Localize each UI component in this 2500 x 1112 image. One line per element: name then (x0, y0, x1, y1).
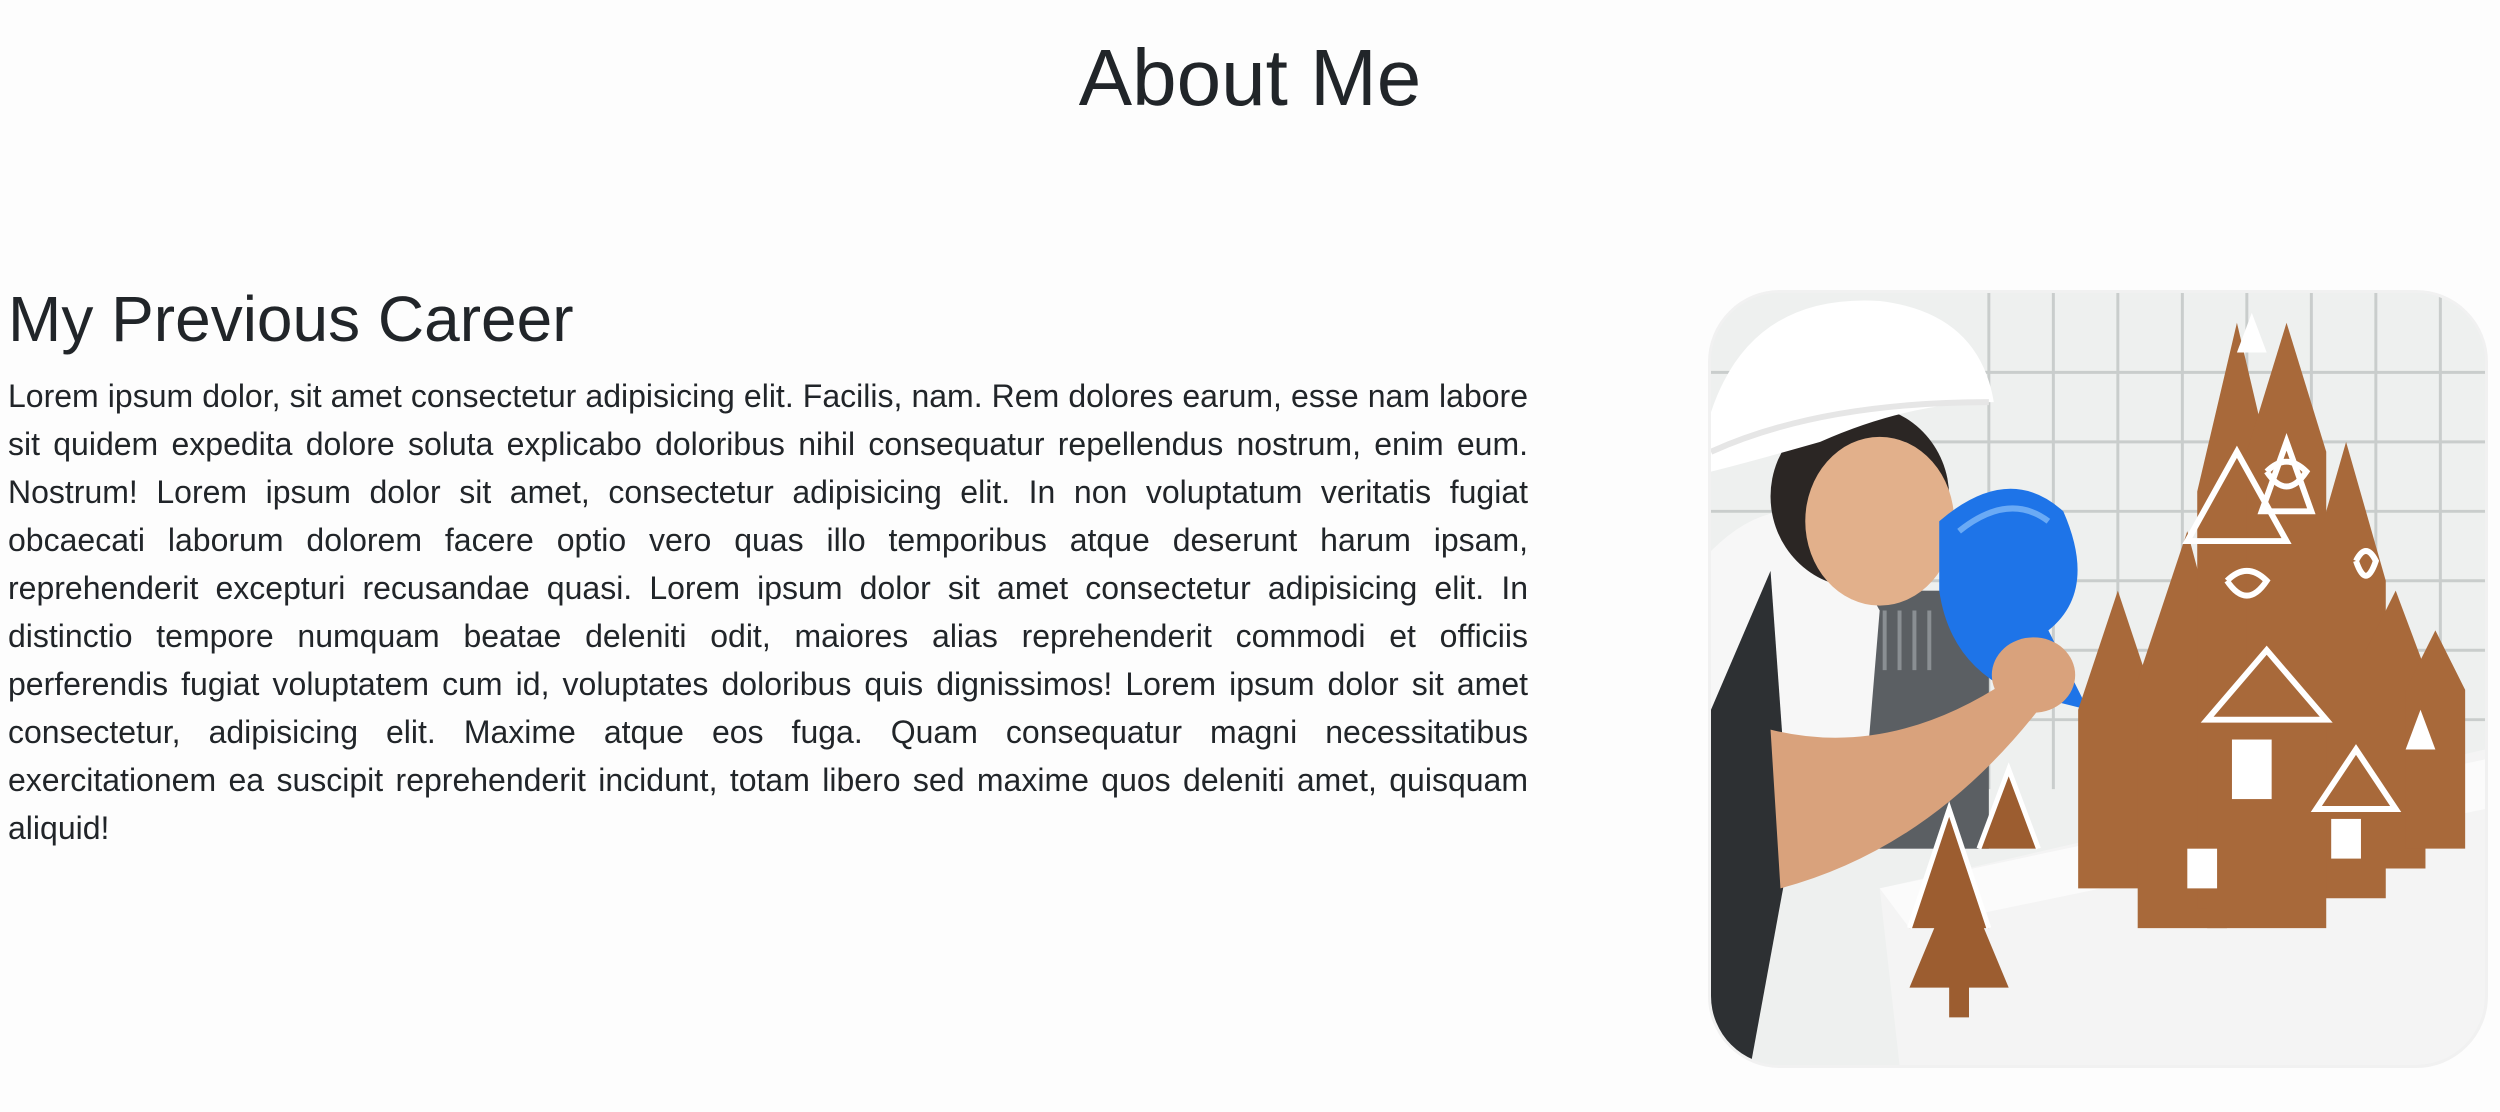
photo-illustration (1711, 293, 2485, 1065)
baker-gingerbread-photo (1708, 290, 2488, 1068)
career-paragraph: Lorem ipsum dolor, sit amet consectetur … (8, 378, 1528, 846)
page-title: About Me (1078, 33, 1422, 122)
about-page: About Me My Previous Career Lorem ipsum … (0, 0, 2500, 1112)
section-heading: My Previous Career (8, 283, 574, 355)
